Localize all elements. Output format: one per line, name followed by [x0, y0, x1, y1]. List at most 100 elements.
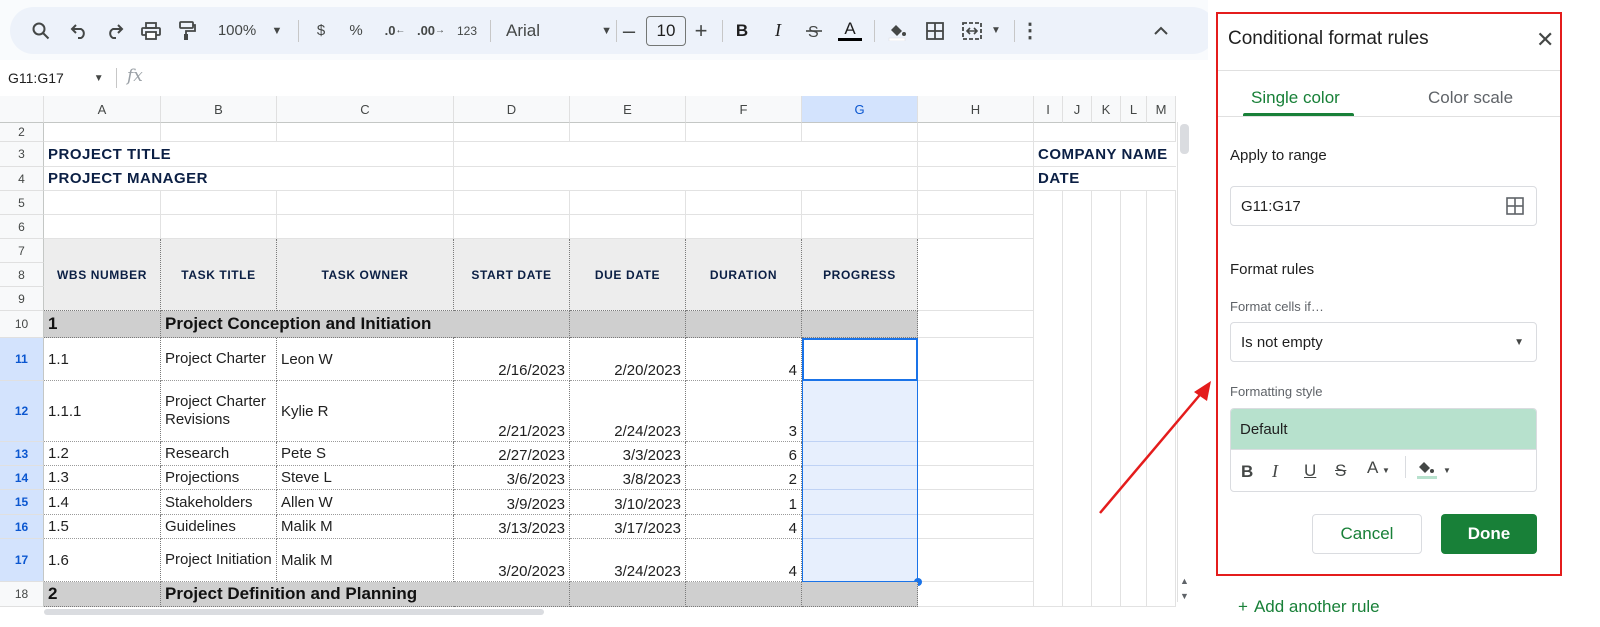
phase-cell[interactable]	[454, 582, 570, 607]
phase-cell[interactable]	[686, 582, 802, 607]
row-header-5[interactable]: 5	[0, 191, 44, 215]
grid-cell[interactable]	[918, 191, 1034, 215]
task-owner-cell[interactable]: Malik M	[277, 539, 454, 582]
progress-cell[interactable]	[802, 515, 918, 539]
grid-cell[interactable]	[918, 442, 1034, 466]
task-title-cell[interactable]: Stakeholders	[161, 490, 277, 515]
phase-cell[interactable]	[686, 311, 802, 338]
wbs-cell[interactable]: 1.3	[44, 466, 161, 490]
grid-cell[interactable]	[277, 142, 454, 167]
header-duration[interactable]: DURATION	[686, 239, 802, 311]
duration-cell[interactable]: 4	[686, 515, 802, 539]
grid-cell[interactable]	[277, 191, 454, 215]
project-title-cell[interactable]: PROJECT TITLE	[44, 142, 277, 167]
due-date-cell[interactable]: 3/24/2023	[570, 539, 686, 582]
grid-cell[interactable]	[454, 191, 570, 215]
row-header-13[interactable]: 13	[0, 442, 44, 466]
spreadsheet-grid[interactable]: A B C D E F G H I J K L M 2 3 4 5 6 7 8 …	[0, 96, 1216, 627]
column-header-h[interactable]: H	[918, 96, 1034, 123]
header-due-date[interactable]: DUE DATE	[570, 239, 686, 311]
task-owner-cell[interactable]: Kylie R	[277, 381, 454, 442]
grid-cell[interactable]	[570, 215, 686, 239]
row-header-18[interactable]: 18	[0, 582, 44, 607]
company-name-cell[interactable]: COMPANY NAME	[1034, 142, 1176, 167]
wbs-cell[interactable]: 1.1.1	[44, 381, 161, 442]
task-title-cell[interactable]: Research	[161, 442, 277, 466]
column-header-j[interactable]: J	[1063, 96, 1092, 123]
cancel-button[interactable]: Cancel	[1312, 514, 1422, 554]
phase-cell[interactable]	[802, 311, 918, 338]
due-date-cell[interactable]: 3/3/2023	[570, 442, 686, 466]
column-header-d[interactable]: D	[454, 96, 570, 123]
undo-icon[interactable]	[66, 7, 92, 54]
zoom-chevron-down-icon[interactable]: ▼	[268, 7, 286, 54]
progress-cell[interactable]	[802, 442, 918, 466]
grid-cell[interactable]	[918, 123, 1034, 142]
phase-cell[interactable]	[570, 311, 686, 338]
wbs-cell[interactable]: 1.1	[44, 338, 161, 381]
style-text-color-button[interactable]: A	[1367, 458, 1378, 478]
task-owner-cell[interactable]: Steve L	[277, 466, 454, 490]
grid-cell[interactable]	[277, 215, 454, 239]
row-header-16[interactable]: 16	[0, 515, 44, 539]
due-date-cell[interactable]: 3/17/2023	[570, 515, 686, 539]
wbs-cell[interactable]: 1.4	[44, 490, 161, 515]
column-header-l[interactable]: L	[1121, 96, 1147, 123]
task-owner-cell[interactable]: Leon W	[277, 338, 454, 381]
phase-title-cell[interactable]: Project Conception and Initiation	[161, 311, 454, 338]
row-header-10[interactable]: 10	[0, 311, 44, 338]
style-italic-button[interactable]: I	[1272, 461, 1278, 482]
row-header-4[interactable]: 4	[0, 167, 44, 191]
font-size-input[interactable]: 10	[646, 16, 686, 46]
duration-cell[interactable]: 2	[686, 466, 802, 490]
grid-cell[interactable]	[918, 490, 1034, 515]
decrease-decimal-button[interactable]: .0 ←	[380, 7, 410, 54]
grid-cell[interactable]	[802, 191, 918, 215]
grid-cell[interactable]	[686, 191, 802, 215]
progress-cell[interactable]	[802, 490, 918, 515]
phase-cell[interactable]	[454, 311, 570, 338]
row-header-9[interactable]: 9	[0, 287, 44, 311]
task-title-cell[interactable]: Guidelines	[161, 515, 277, 539]
done-button[interactable]: Done	[1441, 514, 1537, 554]
chevron-down-icon[interactable]: ▼	[1382, 466, 1390, 475]
redo-icon[interactable]	[102, 7, 128, 54]
duration-cell[interactable]: 4	[686, 338, 802, 381]
grid-cell[interactable]	[918, 167, 1034, 191]
grid-cell[interactable]	[161, 191, 277, 215]
task-owner-cell[interactable]: Malik M	[277, 515, 454, 539]
grid-cell[interactable]	[1034, 123, 1176, 142]
column-header-i[interactable]: I	[1034, 96, 1063, 123]
borders-icon[interactable]	[922, 7, 948, 54]
increase-decimal-button[interactable]: .00 →	[414, 7, 448, 54]
select-range-icon[interactable]	[1506, 197, 1524, 220]
column-header-k[interactable]: K	[1092, 96, 1121, 123]
add-another-rule-link[interactable]: + Add another rule	[1238, 597, 1380, 617]
column-header-f[interactable]: F	[686, 96, 802, 123]
grid-cell[interactable]	[1063, 191, 1092, 607]
tab-color-scale[interactable]: Color scale	[1428, 88, 1513, 108]
grid-cell[interactable]	[570, 123, 686, 142]
wbs-cell[interactable]: 1.2	[44, 442, 161, 466]
bold-button[interactable]: B	[730, 7, 754, 54]
grid-cell[interactable]	[44, 123, 161, 142]
row-header-15[interactable]: 15	[0, 490, 44, 515]
start-date-cell[interactable]: 3/13/2023	[454, 515, 570, 539]
duration-cell[interactable]: 6	[686, 442, 802, 466]
column-header-e[interactable]: E	[570, 96, 686, 123]
wbs-cell[interactable]: 1.6	[44, 539, 161, 582]
chevron-down-icon[interactable]: ▼	[1443, 466, 1451, 475]
column-header-c[interactable]: C	[277, 96, 454, 123]
start-date-cell[interactable]: 2/27/2023	[454, 442, 570, 466]
date-cell[interactable]: DATE	[1034, 167, 1176, 191]
percent-format-button[interactable]: %	[344, 7, 368, 54]
select-all-corner[interactable]	[0, 96, 44, 123]
phase-cell[interactable]	[570, 582, 686, 607]
grid-cell[interactable]	[161, 215, 277, 239]
name-box[interactable]: G11:G17 ▼	[8, 62, 108, 94]
start-date-cell[interactable]: 3/6/2023	[454, 466, 570, 490]
grid-cell[interactable]	[918, 381, 1034, 442]
grid-cell[interactable]	[802, 215, 918, 239]
progress-cell[interactable]	[802, 539, 918, 582]
start-date-cell[interactable]: 3/9/2023	[454, 490, 570, 515]
